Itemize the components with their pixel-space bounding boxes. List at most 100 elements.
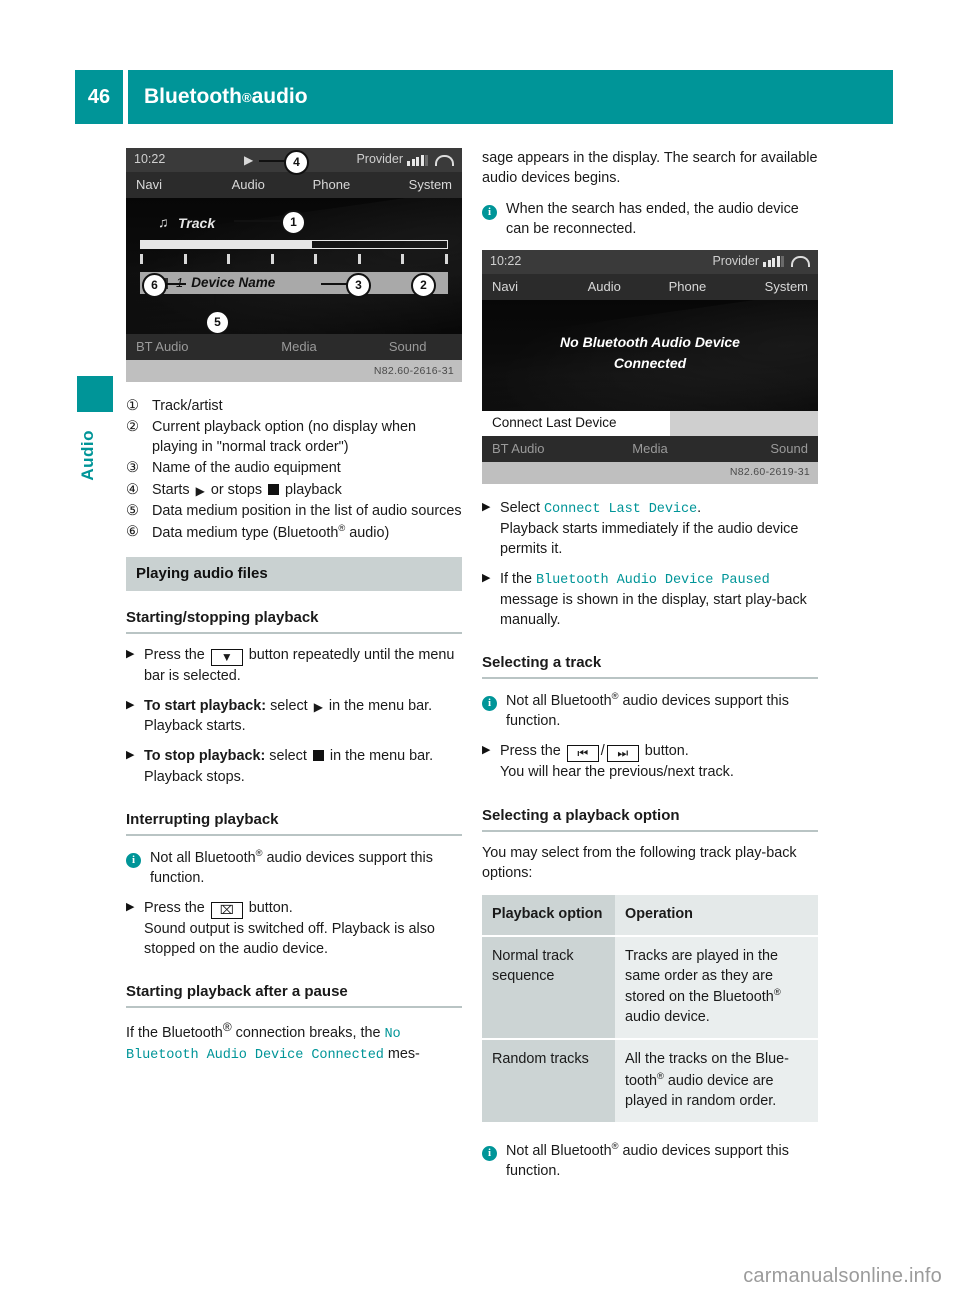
paragraph-part: connection breaks, the (231, 1024, 385, 1041)
note-not-all-devices-1: i Not all Bluetooth® audio devices suppo… (126, 847, 462, 888)
next-track-button-key-icon[interactable]: ⏭ (606, 745, 639, 763)
screen1-bottom-bar: BT Audio Media Sound ▶ 4 (126, 150, 462, 360)
step-press-prev-next-button: ▶ Press the ⏮ / ⏭ button. You will hear the… (482, 741, 818, 782)
legend-text: Track/artist (152, 398, 223, 414)
legend-text-part: Starts (152, 481, 194, 498)
note-not-all-devices-3: i Not all Bluetooth® audio devices suppo… (482, 1140, 818, 1181)
step-followup: Playback starts. (144, 718, 246, 735)
screen1-main-menu: Navi Audio Phone System (126, 172, 462, 198)
paragraph-search-begins: sage appears in the display. The search … (482, 150, 818, 187)
screen2-figure-id: N82.60-2619-31 (482, 461, 818, 484)
screen2-highlight-background (670, 410, 818, 436)
step-text-part: message is shown in the display, start p… (500, 592, 807, 629)
signal-strength-icon (763, 256, 784, 268)
registered-mark-icon: ® (222, 1020, 232, 1035)
phone-handset-icon (435, 154, 454, 166)
screen2-clock: 10:22 (490, 253, 522, 268)
note-text-part: Not all Bluetooth (506, 1142, 612, 1159)
step-press-mute-button: ▶ Press the ⌧ button. Sound output is swi… (126, 898, 462, 959)
table-cell-option: Random tracks (482, 1039, 615, 1124)
step-text: To stop playback: select in the menu bar… (144, 746, 462, 786)
step-text: Press the ▼ button repeatedly until the … (144, 645, 462, 686)
screen1-menu-navi: Navi (136, 176, 163, 192)
paragraph-connection-breaks: If the Bluetooth® connection breaks, the… (126, 1019, 462, 1065)
step-arrow-icon: ▶ (126, 647, 135, 660)
screen2-provider-label: Provider (712, 253, 759, 268)
callout-6: 6 (142, 273, 167, 298)
legend-text: Name of the audio equipment (152, 460, 341, 477)
legend-item: ③ Name of the audio equipment (126, 458, 462, 478)
previous-track-button-key-icon[interactable]: ⏮ (566, 745, 599, 763)
note-search-ended: i When the search has ended, the audio d… (482, 199, 818, 239)
screen2-bottom-media: Media (632, 440, 668, 456)
callout-leader-1 (234, 220, 282, 222)
screen1-device-name: Device Name (191, 274, 276, 290)
legend-item: ① Track/artist (126, 396, 462, 416)
screen1-device-row: BT 1 Device Name (140, 272, 448, 294)
table-row: Random tracks All the tracks on the Blue… (482, 1039, 818, 1124)
right-column: sage appears in the display. The search … (482, 148, 818, 1191)
step-text-bold: To start playback: (144, 698, 267, 715)
note-not-all-devices-2: i Not all Bluetooth® audio devices suppo… (482, 690, 818, 731)
step-press-down-button: ▶ Press the ▼ button repeatedly until th… (126, 645, 462, 686)
step-followup: Playback stops. (144, 768, 245, 785)
legend-item: ② Current playback option (no display wh… (126, 417, 462, 457)
note-text: Not all Bluetooth® audio devices support… (150, 847, 462, 888)
legend-text-part: audio) (345, 524, 390, 541)
legend-number: ① (126, 398, 139, 414)
heading-starting-playback-after-pause: Starting playback after a pause (126, 981, 462, 1009)
step-text-part: Press the (144, 646, 209, 663)
screen2-content: No Bluetooth Audio Device Connected Conn… (482, 299, 818, 436)
screen1-track-label: Track (178, 215, 216, 231)
page-number: 46 (75, 70, 123, 124)
play-icon: ▶ (195, 483, 205, 498)
step-followup: Playback starts immediately if the audio… (500, 520, 799, 557)
legend-number: ④ (126, 481, 139, 498)
step-text-part: . (697, 499, 702, 516)
table-row: Normal track sequence Tracks are played … (482, 936, 818, 1041)
heading-starting-stopping-playback: Starting/stopping playback (126, 607, 462, 634)
legend-number: ③ (126, 460, 139, 477)
legend-item: ⑥ Data medium type (Bluetooth® audio) (126, 522, 462, 543)
registered-mark-icon: ® (611, 1140, 619, 1151)
legend-text: Starts ▶ or stops playback (152, 480, 462, 500)
callout-5: 5 (205, 310, 230, 334)
screen2-menu-phone: Phone (668, 278, 707, 294)
table-header-row: Playback option Operation (482, 894, 818, 938)
step-arrow-icon: ▶ (482, 500, 491, 513)
page-title: Bluetooth ® audio (128, 70, 893, 124)
down-button-key-icon[interactable]: ▼ (210, 648, 243, 666)
mute-button-key-icon[interactable]: ⌧ (210, 901, 243, 919)
chapter-tab-marker (77, 376, 113, 412)
screen2-bottom-sound: Sound (770, 440, 808, 456)
legend-text: Data medium position in the list of audi… (152, 502, 462, 519)
screen1-bottom-bt-audio: BT Audio (136, 338, 189, 354)
legend-text: Current playback option (no display when… (152, 419, 416, 456)
step-text: Select Connect Last Device. Playback star… (500, 498, 818, 559)
playback-options-table: Playback option Operation Normal track s… (482, 894, 818, 1124)
screen2-connect-last-device-item[interactable]: Connect Last Device (482, 410, 670, 436)
step-text-part: button. (244, 899, 293, 916)
paragraph-part: mes- (383, 1045, 420, 1062)
table-cell-operation: Tracks are played in the same order as t… (615, 936, 818, 1041)
music-note-icon: ♫ (158, 214, 169, 230)
ui-label-connect-last-device: Connect Last Device (544, 501, 698, 517)
head-unit-screen-1: 10:22 Provider Navi Audio Phone System ♫… (126, 148, 462, 382)
left-column: 10:22 Provider Navi Audio Phone System ♫… (126, 148, 462, 1065)
heading-interrupting-playback: Interrupting playback (126, 809, 462, 836)
step-text: Press the ⌧ button. Sound output is switc… (144, 898, 462, 959)
paragraph-playback-options-intro: You may select from the following track … (482, 844, 797, 881)
screen2-bottom-bt-audio: BT Audio (492, 440, 545, 456)
section-band-playing-audio-files: Playing audio files (126, 556, 462, 591)
step-text-part: select (265, 748, 311, 765)
step-stop-playback: ▶ To stop playback: select in the menu b… (126, 746, 462, 786)
screen1-provider-label: Provider (356, 152, 403, 167)
step-arrow-icon: ▶ (126, 699, 135, 712)
step-arrow-icon: ▶ (126, 900, 135, 913)
screen1-figure-id: N82.60-2616-31 (126, 360, 462, 382)
screen2-main-menu: Navi Audio Phone System (482, 273, 818, 300)
page-header: 46 Bluetooth ® audio (75, 70, 893, 124)
figure-legend: ① Track/artist ② Current playback option… (126, 396, 462, 543)
step-text-part: select (266, 698, 312, 715)
info-icon: i (126, 847, 150, 869)
